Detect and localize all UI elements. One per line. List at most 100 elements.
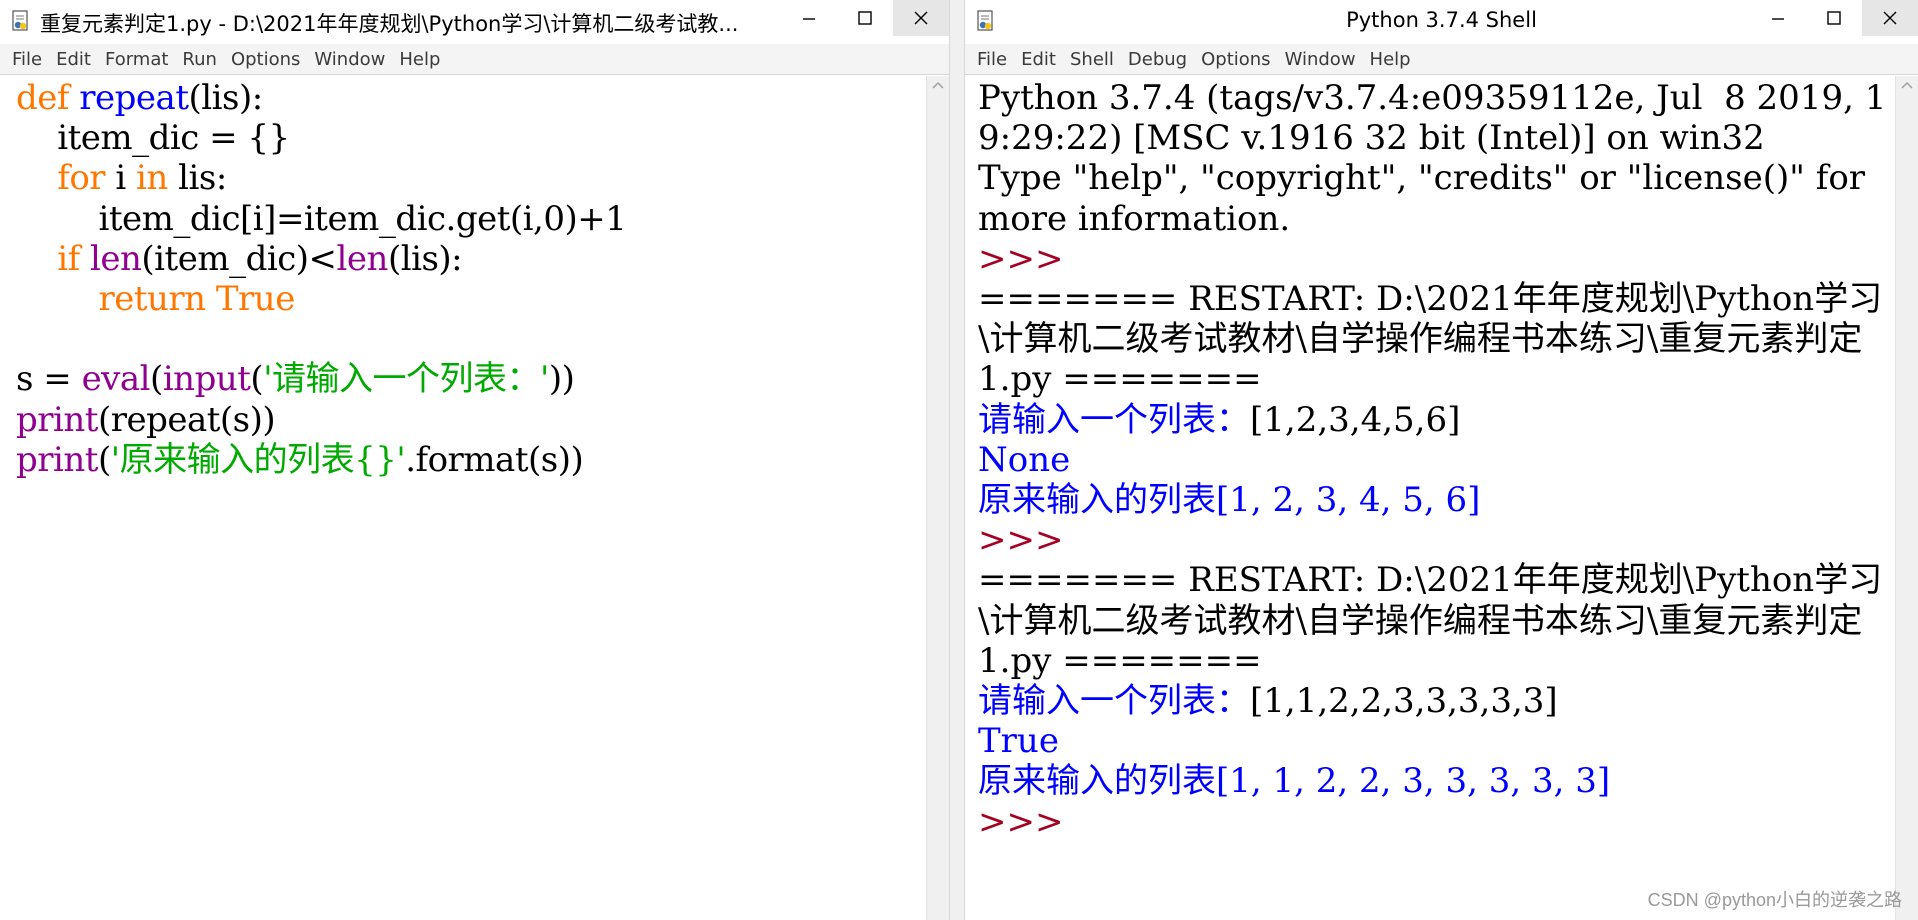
editor-menu-edit[interactable]: Edit [50,49,97,70]
shell-menu-options[interactable]: Options [1195,49,1276,70]
editor-code[interactable]: def repeat(lis): item_dic = {} for i in … [0,76,927,480]
text-segment [206,279,216,319]
text-segment: True [215,279,295,320]
maximize-button[interactable] [1806,0,1862,36]
text-segment: (lis): [188,78,264,118]
text-segment: >>> [978,238,1064,279]
shell-line: ======= RESTART: D:\2021年年度规划\Python学习\计… [978,560,1888,681]
text-segment: repeat [79,78,189,118]
scroll-up-button[interactable] [927,80,949,98]
text-segment: '原来输入的列表{}' [110,439,406,480]
editor-window: 重复元素判定1.py - D:\2021年年度规划\Python学习\计算机二级… [0,0,950,920]
shell-menu-shell[interactable]: Shell [1064,49,1120,70]
text-segment: 请输入一个列表： [978,681,1250,722]
text-segment: len [90,238,142,279]
shell-output[interactable]: Python 3.7.4 (tags/v3.7.4:e09359112e, Ju… [965,76,1896,842]
editor-menu-bar: File Edit Format Run Options Window Help [0,44,949,75]
shell-menu-help[interactable]: Help [1364,49,1417,70]
text-segment: )) [548,359,575,400]
text-segment: i [105,158,137,199]
text-segment: ( [150,359,163,400]
text-segment: >>> [978,801,1064,842]
scroll-up-button[interactable] [1896,80,1918,98]
idle-file-icon [12,10,28,31]
editor-menu-run[interactable]: Run [176,49,223,70]
text-segment: ======= RESTART: D:\2021年年度规划\Python学习\计… [978,560,1883,681]
text-segment: '请输入一个列表：' [263,359,549,400]
shell-line: >>> [978,520,1888,560]
text-segment: 原来输入的列表[1, 2, 3, 4, 5, 6] [978,480,1481,521]
close-button[interactable] [893,0,949,36]
minimize-icon [1772,18,1784,20]
shell-line: 原来输入的列表[1, 2, 3, 4, 5, 6] [978,480,1888,520]
shell-line: >>> [978,802,1888,842]
code-line: item_dic = {} [16,118,927,158]
text-segment [80,239,90,279]
text-segment: Python 3.7.4 (tags/v3.7.4:e09359112e, Ju… [978,78,1887,159]
editor-text-area[interactable]: def repeat(lis): item_dic = {} for i in … [0,76,927,920]
editor-menu-help[interactable]: Help [393,49,446,70]
shell-menu-edit[interactable]: Edit [1015,49,1062,70]
text-segment: print [16,439,98,480]
editor-menu-options[interactable]: Options [225,49,306,70]
code-line: if len(item_dic)<len(lis): [16,239,927,279]
code-line: item_dic[i]=item_dic.get(i,0)+1 [16,199,927,239]
text-segment: item_dic[i]=item_dic.get(i,0)+1 [16,198,627,239]
text-segment: [1,1,2,2,3,3,3,3,3] [1250,681,1558,722]
text-segment: if [57,238,80,279]
text-segment: def [16,78,69,118]
shell-text-area[interactable]: Python 3.7.4 (tags/v3.7.4:e09359112e, Ju… [965,76,1896,920]
text-segment: >>> [978,520,1064,561]
text-segment: ( [97,439,111,480]
chevron-up-icon [932,81,944,89]
text-segment: in [136,158,168,199]
shell-line: Type "help", "copyright", "credits" or "… [978,158,1888,238]
text-segment: input [162,359,251,400]
shell-line: >>> [978,239,1888,279]
editor-menu-file[interactable]: File [6,49,48,70]
shell-menu-window[interactable]: Window [1279,49,1362,70]
text-segment [16,158,57,198]
close-button[interactable] [1862,0,1918,36]
text-segment: len [336,238,389,279]
shell-line: 原来输入的列表[1, 1, 2, 2, 3, 3, 3, 3, 3] [978,761,1888,801]
text-segment [16,239,57,279]
watermark: CSDN @python小白的逆袭之路 [1647,890,1902,910]
code-line: s = eval(input('请输入一个列表：')) [16,359,927,399]
code-line: for i in lis: [16,158,927,198]
shell-menu-bar: File Edit Shell Debug Options Window Help [965,44,1918,75]
code-line: print('原来输入的列表{}'.format(s)) [16,440,927,480]
shell-window: Python 3.7.4 Shell File Edit Shell Debug Opt… [964,0,1918,920]
maximize-icon [1827,11,1841,25]
maximize-button[interactable] [837,0,893,36]
editor-title-bar[interactable]: 重复元素判定1.py - D:\2021年年度规划\Python学习\计算机二级… [0,0,949,42]
shell-line: None [978,440,1888,480]
text-segment: 请输入一个列表： [978,399,1250,440]
shell-line: 请输入一个列表：[1,2,3,4,5,6] [978,400,1888,440]
shell-title-bar[interactable]: Python 3.7.4 Shell [965,0,1918,42]
editor-menu-format[interactable]: Format [99,49,174,70]
minimize-button[interactable] [781,0,837,36]
text-segment [16,279,98,319]
minimize-button[interactable] [1750,0,1806,36]
editor-menu-window[interactable]: Window [308,49,391,70]
minimize-icon [803,18,815,20]
code-line: print(repeat(s)) [16,400,927,440]
text-segment: item_dic = {} [16,118,290,159]
text-segment: 原来输入的列表[1, 1, 2, 2, 3, 3, 3, 3, 3] [978,761,1611,802]
text-segment: None [978,439,1071,480]
text-segment: print [16,399,98,440]
text-segment: True [978,721,1059,762]
shell-line: True [978,721,1888,761]
shell-line: Python 3.7.4 (tags/v3.7.4:e09359112e, Ju… [978,78,1888,158]
text-segment: .format(s)) [405,439,584,480]
editor-scrollbar[interactable] [926,76,949,920]
text-segment: (item_dic)< [141,238,337,279]
close-icon [1883,11,1897,25]
shell-menu-debug[interactable]: Debug [1122,49,1193,70]
text-segment: Type "help", "copyright", "credits" or "… [978,158,1876,239]
shell-line: 请输入一个列表：[1,1,2,2,3,3,3,3,3] [978,681,1888,721]
shell-scrollbar[interactable] [1895,76,1918,920]
shell-menu-file[interactable]: File [971,49,1013,70]
